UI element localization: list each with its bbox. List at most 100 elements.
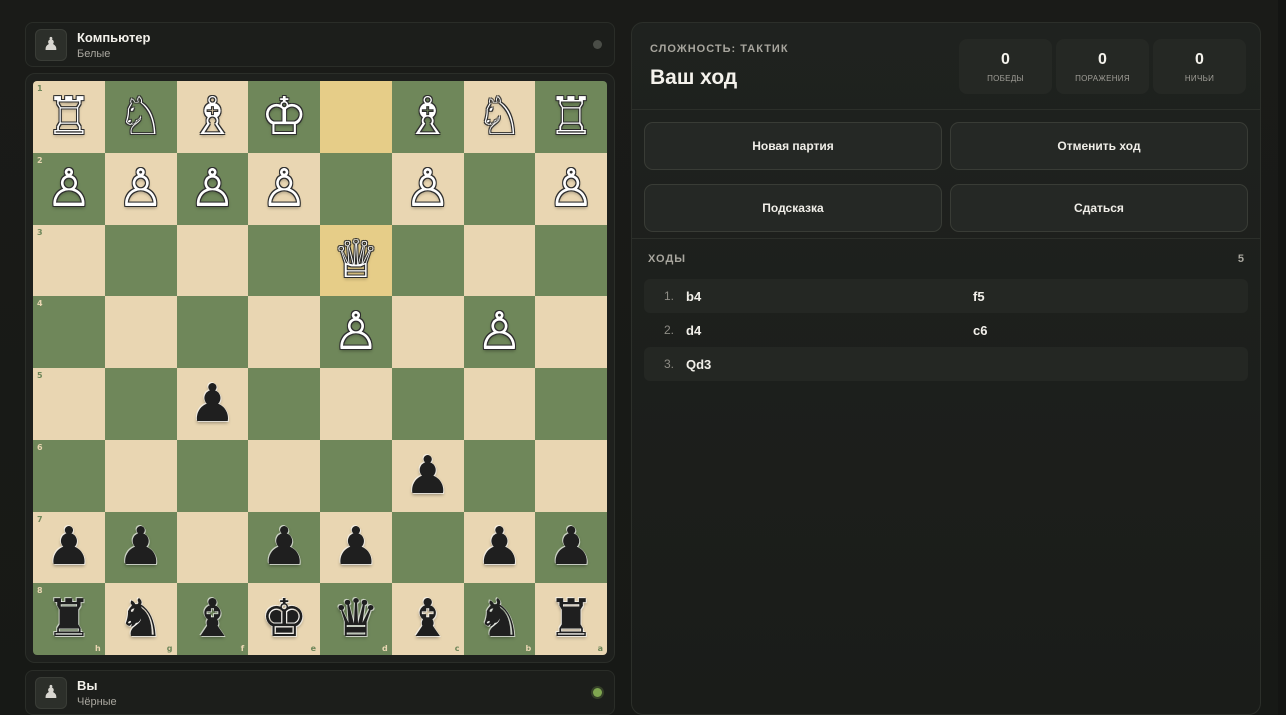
board-square[interactable]: 7 ♟ (33, 511, 105, 584)
black-piece-icon[interactable]: ♚ (261, 593, 308, 645)
board-square[interactable] (391, 368, 464, 440)
board-square[interactable] (320, 368, 392, 440)
board-square[interactable] (463, 439, 536, 512)
board-square[interactable]: ♟ (176, 368, 249, 440)
black-piece-icon[interactable]: ♟ (333, 521, 380, 573)
board-square[interactable]: ♖ (535, 81, 607, 153)
white-piece-icon[interactable]: ♔ (261, 91, 308, 143)
board-square[interactable]: d ♛ (320, 583, 392, 655)
board-square[interactable] (535, 439, 607, 512)
move-white[interactable]: b4 (686, 289, 973, 304)
board-square[interactable]: ♘ (463, 81, 536, 153)
board-square[interactable]: ♙ (391, 152, 464, 225)
board-square[interactable] (248, 368, 320, 440)
white-piece-icon[interactable]: ♙ (333, 306, 380, 358)
black-piece-icon[interactable]: ♜ (548, 593, 595, 645)
board-square[interactable] (176, 439, 249, 512)
board-square[interactable]: ♟ (535, 511, 607, 584)
board-square[interactable]: e ♚ (248, 583, 320, 655)
black-piece-icon[interactable]: ♟ (261, 521, 308, 573)
new-game-button[interactable]: Новая партия (644, 122, 942, 170)
white-piece-icon[interactable]: ♙ (117, 163, 164, 215)
board-square[interactable]: 6 (33, 439, 105, 512)
black-piece-icon[interactable]: ♛ (333, 593, 380, 645)
board-square[interactable] (104, 224, 177, 297)
board-square[interactable]: ♙ (104, 152, 177, 225)
board-square[interactable]: ♘ (104, 81, 177, 153)
board-square[interactable]: ♙ (535, 152, 607, 225)
white-piece-icon[interactable]: ♖ (46, 91, 93, 143)
black-piece-icon[interactable]: ♜ (46, 593, 93, 645)
black-piece-icon[interactable]: ♞ (476, 593, 523, 645)
board-square[interactable]: 5 (33, 368, 105, 440)
board-square[interactable] (176, 511, 249, 584)
board-square[interactable]: 1 ♖ (33, 81, 105, 153)
move-white[interactable]: Qd3 (686, 357, 973, 372)
board-square[interactable] (391, 224, 464, 297)
board-square[interactable] (320, 152, 392, 225)
white-piece-icon[interactable]: ♗ (189, 91, 236, 143)
white-piece-icon[interactable]: ♙ (476, 306, 523, 358)
board-square[interactable]: ♗ (391, 81, 464, 153)
board-square[interactable] (463, 224, 536, 297)
board-square[interactable]: b ♞ (463, 583, 536, 655)
board-square[interactable]: f ♝ (176, 583, 249, 655)
white-piece-icon[interactable]: ♗ (404, 91, 451, 143)
board-square[interactable] (104, 296, 177, 368)
board-square[interactable] (535, 224, 607, 297)
chess-board[interactable]: 1 ♖ ♘ ♗ ♔ ♗ ♘ ♖ 2 ♙ ♙ ♙ ♙ ♙ ♙ 3 ♕ 4 ♙ ♙ 5 ♟ 6 ♟ 7 ♟ ♟ ♟ ♟ ♟ ♟ 8 h ♜ g ♞ f ♝ e ♚… (33, 81, 607, 655)
board-square[interactable] (248, 439, 320, 512)
board-square[interactable] (463, 368, 536, 440)
board-square[interactable]: ♔ (248, 81, 320, 153)
board-square[interactable]: ♟ (463, 511, 536, 584)
white-piece-icon[interactable]: ♕ (333, 234, 380, 286)
board-square[interactable] (176, 224, 249, 297)
board-square[interactable]: 4 (33, 296, 105, 368)
white-piece-icon[interactable]: ♘ (117, 91, 164, 143)
move-white[interactable]: d4 (686, 323, 973, 338)
black-piece-icon[interactable]: ♟ (476, 521, 523, 573)
resign-button[interactable]: Сдаться (950, 184, 1248, 232)
hint-button[interactable]: Подсказка (644, 184, 942, 232)
board-square[interactable] (320, 439, 392, 512)
white-piece-icon[interactable]: ♙ (189, 163, 236, 215)
undo-move-button[interactable]: Отменить ход (950, 122, 1248, 170)
board-square[interactable] (391, 296, 464, 368)
board-square[interactable] (391, 511, 464, 584)
black-piece-icon[interactable]: ♟ (404, 450, 451, 502)
move-black[interactable]: c6 (973, 323, 987, 338)
white-piece-icon[interactable]: ♘ (476, 91, 523, 143)
board-square[interactable]: 8 h ♜ (33, 583, 105, 655)
black-piece-icon[interactable]: ♟ (46, 521, 93, 573)
board-square[interactable]: ♙ (463, 296, 536, 368)
board-square[interactable]: ♟ (248, 511, 320, 584)
white-piece-icon[interactable]: ♙ (46, 163, 93, 215)
board-square[interactable]: ♙ (320, 296, 392, 368)
black-piece-icon[interactable]: ♝ (189, 593, 236, 645)
board-square[interactable]: ♟ (391, 439, 464, 512)
white-piece-icon[interactable]: ♙ (548, 163, 595, 215)
board-square[interactable] (535, 368, 607, 440)
board-square[interactable]: g ♞ (104, 583, 177, 655)
board-square[interactable]: 2 ♙ (33, 152, 105, 225)
board-square[interactable] (248, 296, 320, 368)
board-square[interactable] (104, 368, 177, 440)
black-piece-icon[interactable]: ♟ (189, 378, 236, 430)
board-square[interactable] (176, 296, 249, 368)
black-piece-icon[interactable]: ♝ (404, 593, 451, 645)
black-piece-icon[interactable]: ♟ (548, 521, 595, 573)
white-piece-icon[interactable]: ♙ (261, 163, 308, 215)
black-piece-icon[interactable]: ♞ (117, 593, 164, 645)
board-square[interactable]: a ♜ (535, 583, 607, 655)
board-square[interactable] (320, 81, 392, 153)
board-square[interactable] (104, 439, 177, 512)
board-square[interactable]: ♙ (248, 152, 320, 225)
board-square[interactable] (248, 224, 320, 297)
move-black[interactable]: f5 (973, 289, 985, 304)
board-square[interactable]: 3 (33, 224, 105, 297)
black-piece-icon[interactable]: ♟ (117, 521, 164, 573)
board-square[interactable]: ♟ (320, 511, 392, 584)
board-square[interactable]: ♙ (176, 152, 249, 225)
board-square[interactable]: c ♝ (391, 583, 464, 655)
board-square[interactable]: ♗ (176, 81, 249, 153)
